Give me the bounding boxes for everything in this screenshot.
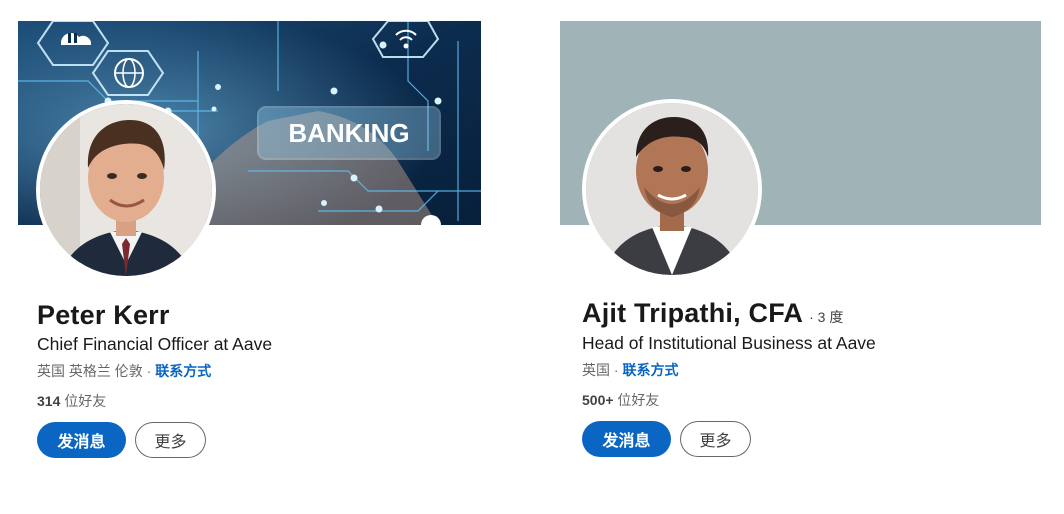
connection-degree: · 3 度 — [809, 309, 844, 325]
name-row: Peter Kerr — [37, 300, 170, 331]
message-button[interactable]: 发消息 — [37, 422, 126, 458]
location-row: 英国 英格兰 伦敦 · 联系方式 — [37, 361, 211, 381]
profile-name: Ajit Tripathi, CFA — [582, 298, 804, 328]
connections-label: 位好友 — [60, 393, 107, 409]
separator-dot: · — [142, 363, 156, 379]
profile-actions: 发消息 更多 — [37, 422, 206, 458]
message-button[interactable]: 发消息 — [582, 421, 671, 457]
profile-card-ajit-tripathi: Ajit Tripathi, CFA · 3 度 Head of Institu… — [540, 0, 1064, 514]
location-row: 英国 · 联系方式 — [582, 360, 678, 380]
profile-photo — [40, 104, 212, 276]
contact-info-link[interactable]: 联系方式 — [155, 363, 211, 379]
profile-headline: Chief Financial Officer at Aave — [37, 334, 273, 354]
profile-actions: 发消息 更多 — [582, 421, 751, 457]
connections-label: 位好友 — [613, 392, 660, 408]
profile-name: Peter Kerr — [37, 300, 170, 330]
more-button[interactable]: 更多 — [680, 421, 751, 457]
cover-banking-text: BANKING — [288, 118, 409, 148]
connections-number: 500+ — [582, 392, 614, 408]
name-row: Ajit Tripathi, CFA · 3 度 — [582, 298, 843, 329]
profile-photo — [586, 103, 758, 275]
separator-dot: · — [610, 362, 623, 378]
connections-count[interactable]: 500+ 位好友 — [582, 390, 659, 410]
location-text: 英国 英格兰 伦敦 — [37, 363, 143, 379]
connections-count[interactable]: 314 位好友 — [37, 391, 106, 411]
avatar[interactable] — [582, 99, 762, 279]
profile-headline: Head of Institutional Business at Aave — [582, 333, 876, 353]
avatar[interactable] — [36, 100, 216, 280]
more-button[interactable]: 更多 — [135, 422, 206, 458]
contact-info-link[interactable]: 联系方式 — [622, 362, 678, 378]
profile-card-peter-kerr: BANKING Peter Kerr Chief Financial Offic… — [0, 0, 520, 514]
location-text: 英国 — [582, 362, 610, 378]
connections-number: 314 — [37, 393, 61, 409]
